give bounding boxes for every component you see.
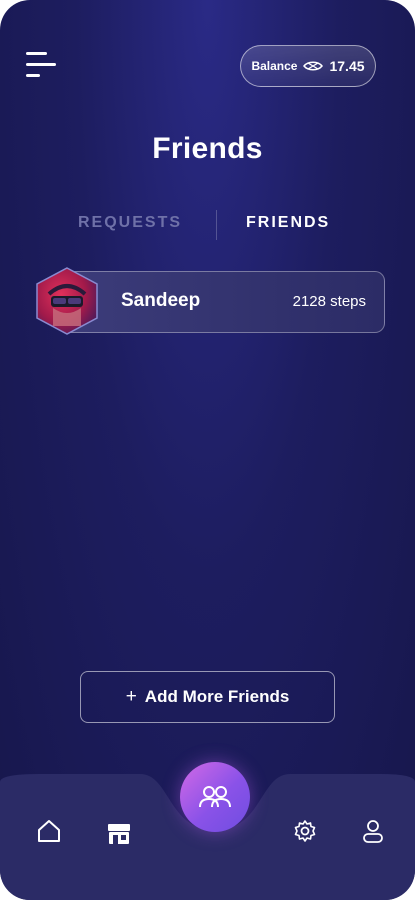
store-icon bbox=[108, 824, 130, 844]
plus-icon: + bbox=[125, 686, 137, 707]
balance-badge[interactable]: Balance 17.45 bbox=[240, 45, 376, 87]
friend-name: Sandeep bbox=[121, 290, 201, 311]
currency-icon bbox=[303, 61, 324, 71]
nav-store[interactable] bbox=[106, 820, 132, 851]
profile-icon bbox=[363, 820, 383, 843]
gear-icon bbox=[294, 820, 316, 842]
friend-list-item[interactable]: Sandeep 2128 steps bbox=[60, 271, 385, 333]
nav-profile[interactable] bbox=[361, 818, 385, 849]
friends-icon bbox=[199, 786, 231, 808]
nav-home[interactable] bbox=[36, 818, 62, 849]
page-title: Friends bbox=[152, 132, 263, 165]
menu-icon-bar-middle bbox=[26, 63, 56, 66]
friends-fab-button[interactable] bbox=[180, 762, 250, 832]
balance-label: Balance bbox=[251, 59, 298, 73]
nav-settings[interactable] bbox=[293, 819, 317, 848]
friend-steps: 2128 steps bbox=[292, 293, 366, 310]
menu-icon-bar-top bbox=[26, 52, 47, 55]
tab-friends[interactable]: FRIENDS bbox=[246, 214, 330, 232]
tab-requests[interactable]: REQUESTS bbox=[78, 214, 182, 232]
add-more-friends-label: Add More Friends bbox=[144, 687, 290, 706]
balance-value: 17.45 bbox=[329, 58, 365, 74]
home-icon bbox=[38, 820, 60, 842]
tab-divider bbox=[216, 210, 217, 240]
app-screen: Balance 17.45 Friends REQUESTS FRIENDS S… bbox=[0, 0, 415, 900]
add-more-friends-button[interactable]: + Add More Friends bbox=[80, 671, 335, 723]
avatar bbox=[36, 267, 98, 335]
menu-button[interactable] bbox=[26, 52, 58, 82]
menu-icon-bar-bottom bbox=[26, 74, 40, 77]
